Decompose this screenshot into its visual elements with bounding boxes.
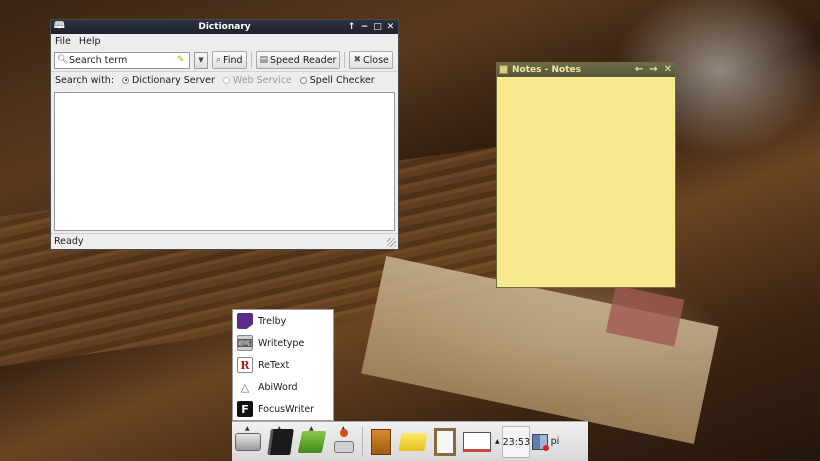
speed-reader-icon: ▤ <box>259 55 269 65</box>
scanner-icon <box>235 432 261 451</box>
menu-item-abiword[interactable]: △ AbiWord <box>233 376 333 398</box>
radio-dot <box>122 76 130 84</box>
close-x-icon: ✖ <box>353 55 361 65</box>
green-book-icon <box>297 430 327 453</box>
toolbar-separator <box>250 52 252 68</box>
focuswriter-icon: F <box>237 401 253 417</box>
joystick-icon <box>333 428 355 455</box>
radio-dictionary-server[interactable]: Dictionary Server <box>122 75 215 86</box>
search-input[interactable]: 🔍︎ Search term ✎ <box>54 51 190 69</box>
maximize-icon[interactable]: □ <box>373 20 382 34</box>
window-title: Dictionary <box>198 22 251 32</box>
menu-item-retext[interactable]: R ReText <box>233 354 333 376</box>
clear-icon[interactable]: ✎ <box>177 55 189 65</box>
open-book-icon <box>463 431 491 452</box>
network-icon[interactable] <box>531 433 549 451</box>
menu-item-label: Writetype <box>258 337 305 349</box>
close-button[interactable]: ✖ Close <box>349 51 393 69</box>
launcher-joystick[interactable]: ▲ <box>328 425 360 459</box>
radio-label: Spell Checker <box>309 74 375 86</box>
close-icon[interactable]: ✕ <box>664 63 672 77</box>
radio-label: Dictionary Server <box>132 74 215 86</box>
radio-web-service: Web Service <box>222 74 292 86</box>
close-label: Close <box>363 54 389 66</box>
search-with-row: Search with: Dictionary Server Web Servi… <box>51 72 398 88</box>
note-icon <box>499 65 508 74</box>
toolbar-separator <box>344 52 346 68</box>
clock[interactable]: 23:53 <box>501 425 530 458</box>
folder-icon <box>398 432 428 451</box>
launcher-open-book[interactable] <box>461 425 493 459</box>
user-name[interactable]: pi <box>551 436 560 447</box>
minimize-icon[interactable]: − <box>360 20 369 34</box>
launcher-black-book[interactable]: ▲ <box>264 425 296 459</box>
menubar: File Help <box>51 34 398 49</box>
taskbar-separator <box>362 426 363 457</box>
launcher-scanner[interactable]: ▲ <box>232 425 264 459</box>
launcher-file-cabinet[interactable] <box>365 425 397 459</box>
menu-item-trelby[interactable]: Trelby <box>233 310 333 332</box>
menu-file[interactable]: File <box>55 34 71 49</box>
close-icon[interactable]: ✕ <box>386 20 395 34</box>
launcher-folder[interactable] <box>397 425 429 459</box>
find-label: Find <box>223 54 243 66</box>
group-arrow-icon: ▲ <box>245 424 250 432</box>
status-text: Ready <box>54 236 84 247</box>
menu-item-label: FocusWriter <box>258 403 315 415</box>
speed-reader-button[interactable]: ▤ Speed Reader <box>255 51 341 69</box>
trelby-icon <box>237 313 253 329</box>
search-placeholder: Search term <box>69 54 128 66</box>
arrow-left-icon[interactable]: ← <box>635 63 643 77</box>
resize-grip[interactable] <box>387 238 396 247</box>
menu-item-label: AbiWord <box>258 381 298 393</box>
search-history-dropdown[interactable]: ▼ <box>194 51 208 69</box>
notes-window[interactable]: Notes - Notes ← → ✕ <box>496 62 676 288</box>
tray-arrow-icon[interactable]: ▲ <box>495 438 500 445</box>
radio-label: Web Service <box>232 74 292 86</box>
find-icon: ⌕ <box>216 55 222 65</box>
shade-icon[interactable]: ↑ <box>347 20 356 34</box>
abiword-icon: △ <box>237 379 253 395</box>
radio-dot <box>299 76 307 84</box>
launcher-clipboard[interactable] <box>429 425 461 459</box>
dictionary-window: 🕮 Dictionary ↑ − □ ✕ File Help 🔍︎ Search… <box>50 19 399 250</box>
menu-item-label: ReText <box>258 359 290 371</box>
black-book-icon <box>266 428 294 455</box>
menu-help[interactable]: Help <box>79 34 101 49</box>
radio-dot <box>222 76 230 84</box>
search-icon: 🔍︎ <box>57 55 69 65</box>
launcher-menu: Trelby ⌨ Writetype R ReText △ AbiWord F … <box>232 309 334 421</box>
file-cabinet-icon <box>371 428 391 455</box>
dictionary-titlebar[interactable]: 🕮 Dictionary ↑ − □ ✕ <box>51 20 398 34</box>
notes-title: Notes - Notes <box>512 65 581 75</box>
speed-reader-label: Speed Reader <box>270 54 337 66</box>
definition-view[interactable] <box>54 92 395 231</box>
search-with-label: Search with: <box>55 74 115 86</box>
radio-spell-checker[interactable]: Spell Checker <box>299 74 375 86</box>
notes-titlebar[interactable]: Notes - Notes ← → ✕ <box>497 63 675 77</box>
menu-item-label: Trelby <box>258 315 287 327</box>
retext-icon: R <box>237 357 253 373</box>
statusbar: Ready <box>51 233 398 249</box>
menu-item-writetype[interactable]: ⌨ Writetype <box>233 332 333 354</box>
clipboard-icon <box>434 427 456 456</box>
toolbar: 🔍︎ Search term ✎ ▼ ⌕ Find ▤ Speed Reader… <box>51 49 398 72</box>
writetype-icon: ⌨ <box>237 335 253 351</box>
menu-item-focuswriter[interactable]: F FocusWriter <box>233 398 333 420</box>
find-button[interactable]: ⌕ Find <box>212 51 247 69</box>
taskbar: ▲ ▲ ▲ ▲ ▲ 23:53 pi <box>232 421 588 461</box>
book-icon: 🕮 <box>54 21 65 31</box>
launcher-green-book[interactable]: ▲ <box>296 425 328 459</box>
arrow-right-icon[interactable]: → <box>649 63 657 77</box>
